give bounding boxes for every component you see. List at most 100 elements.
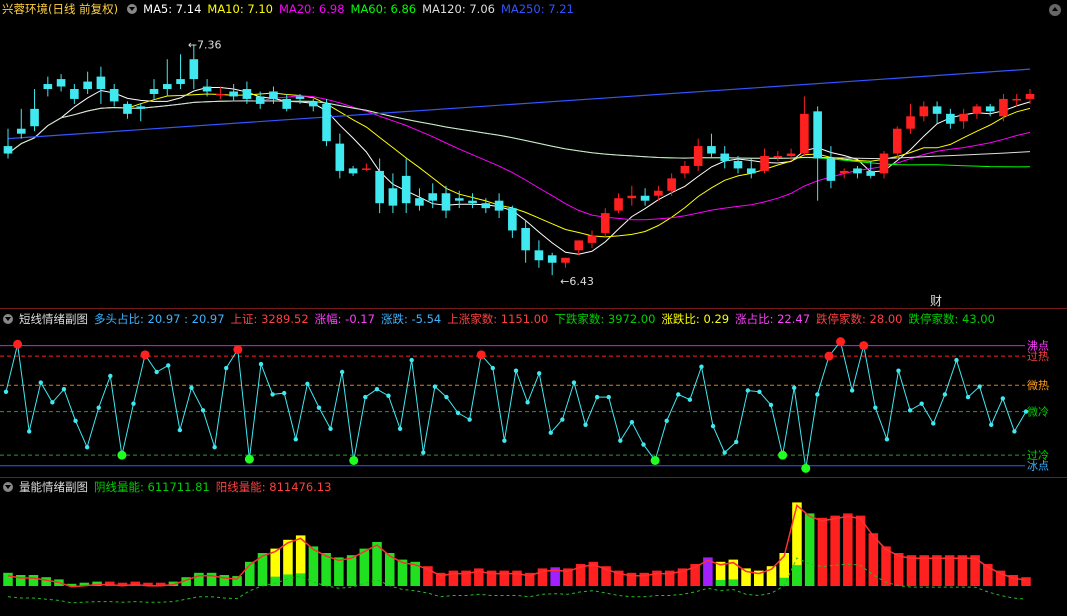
candle-body: [866, 170, 876, 176]
collapse-icon[interactable]: [1049, 4, 1061, 16]
sentiment-point: [38, 380, 43, 385]
candle-body: [999, 98, 1008, 117]
candle-body: [959, 113, 968, 122]
candle-body: [441, 193, 451, 211]
cold-point: [801, 463, 811, 473]
volume-bar: [1021, 577, 1031, 586]
volume-dropdown-icon[interactable]: [3, 482, 13, 492]
ma120-label: MA120: 7.06: [422, 2, 495, 16]
hot-point: [824, 351, 834, 361]
ma250-line: [7, 68, 1031, 140]
sentiment-chart-svg: 沸点过热微热微冷过冷冰点: [0, 337, 1049, 473]
sentiment-point: [50, 400, 55, 405]
sentiment-point: [594, 394, 600, 400]
candle-body: [401, 175, 411, 204]
candle-body: [760, 156, 769, 171]
volume-bar: [359, 548, 370, 586]
candle-body: [454, 198, 464, 201]
candle-body: [547, 255, 557, 263]
sentiment-point: [212, 445, 217, 450]
hot-point: [13, 339, 23, 349]
ma250-label: MA250: 7.21: [500, 2, 574, 16]
volume-bar-base: [728, 579, 739, 586]
volume-bar: [308, 546, 319, 586]
volume-bar: [881, 546, 891, 586]
candle-body: [879, 153, 889, 174]
volume-bar: [919, 555, 929, 586]
candle-body: [149, 89, 159, 94]
volume-bar: [843, 513, 853, 586]
sentiment-point: [328, 426, 333, 431]
candle-body: [667, 178, 676, 191]
volume-bar-base: [295, 573, 306, 586]
ma5-label: MA5: 7.14: [143, 2, 202, 16]
sentiment-point: [177, 427, 183, 433]
candle-body: [946, 113, 955, 124]
sentiment-point: [432, 384, 438, 389]
sentiment-point: [154, 369, 159, 375]
candle-body: [892, 128, 902, 154]
sentiment-point: [200, 408, 206, 413]
sentiment-point: [734, 439, 739, 445]
sentiment-title: 短线情绪副图: [19, 312, 88, 326]
sentiment-dropdown-icon[interactable]: [3, 314, 13, 324]
sentiment-point: [26, 429, 32, 434]
candle-body: [56, 79, 66, 87]
candle-body: [1025, 93, 1035, 99]
candle-body: [255, 96, 265, 104]
candle-body: [229, 91, 238, 97]
sentiment-point: [768, 402, 774, 408]
ma-dropdown-icon[interactable]: [127, 4, 138, 14]
stat-change-pct: 涨幅: -0.17: [314, 312, 375, 326]
candle-body: [123, 103, 132, 114]
stat-up-share: 涨占比: 22.47: [735, 312, 811, 326]
cold-point: [244, 454, 254, 464]
candle-body: [587, 235, 597, 243]
volume-bar-base: [792, 565, 802, 586]
candle-body: [733, 160, 743, 169]
sentiment-point: [224, 365, 229, 371]
sentiment-point: [907, 408, 913, 413]
ma120-line: [7, 100, 1031, 160]
volume-bar: [957, 555, 968, 586]
volume-bar: [206, 572, 217, 586]
volume-header: 量能情绪副图 阴线量能: 611711.81 阳线量能: 811476.13: [0, 478, 337, 496]
finance-marker: 财: [930, 294, 942, 308]
volume-panel: 量能情绪副图 阴线量能: 611711.81 阳线量能: 811476.13: [0, 478, 1067, 616]
sentiment-point: [490, 365, 496, 371]
candle-body: [813, 111, 822, 159]
sentiment-point: [954, 357, 959, 363]
sentiment-point: [73, 418, 78, 424]
sentiment-point: [815, 392, 820, 397]
volume-bar: [219, 575, 230, 586]
candle-body: [269, 91, 278, 99]
ma10-label: MA10: 7.10: [207, 2, 273, 16]
candle-body: [216, 93, 225, 96]
candle-body: [826, 158, 836, 181]
sentiment-point: [791, 385, 797, 391]
candle-body: [561, 257, 570, 263]
sentiment-point: [548, 430, 553, 435]
candle-body: [30, 108, 39, 127]
sentiment-point: [687, 397, 693, 402]
volume-bar: [41, 577, 51, 586]
sentiment-point: [305, 381, 310, 387]
volume-bar: [28, 575, 39, 586]
hot-point: [140, 350, 150, 360]
volume-bar: [804, 513, 815, 586]
cold-point: [650, 455, 660, 465]
sentiment-point: [455, 410, 461, 416]
candle-body: [773, 156, 783, 158]
stat-limit-down: 跌停家数: 43.00: [908, 312, 995, 326]
candle-body: [985, 106, 995, 112]
candle-body: [242, 89, 252, 99]
sentiment-point: [710, 423, 716, 429]
candle-body: [136, 106, 146, 109]
candle-body: [600, 213, 610, 233]
high-price-label: ←7.36: [188, 38, 222, 51]
cold-point: [117, 450, 127, 460]
sentiment-point: [189, 385, 194, 391]
stat-up-down-ratio: 涨跌比: 0.29: [661, 312, 730, 326]
candle-body: [388, 188, 398, 206]
candle-body: [322, 103, 331, 142]
